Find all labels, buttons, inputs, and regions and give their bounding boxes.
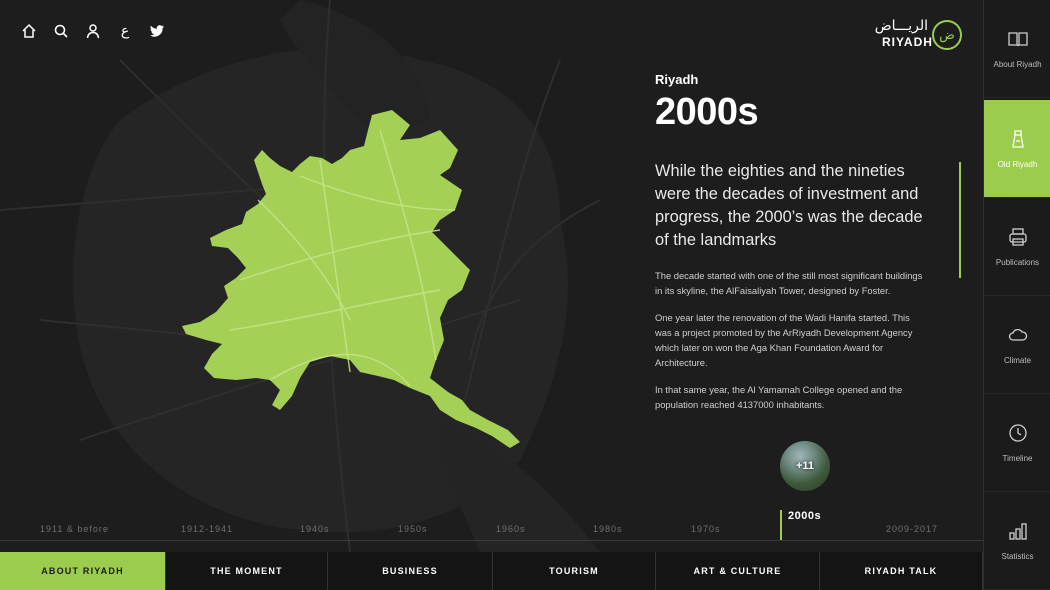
sidebar-item-label: About Riyadh bbox=[993, 60, 1042, 69]
body-paragraph: In that same year, the Al Yamamah Colleg… bbox=[655, 384, 903, 410]
clock-icon bbox=[1008, 424, 1027, 442]
nav-tourism[interactable]: TOURISM bbox=[493, 552, 656, 590]
map-stage: ع الريـــاض RIYADH ض Riyadh 2000s While … bbox=[0, 0, 983, 552]
timeline-item[interactable]: 1950s bbox=[398, 524, 428, 534]
timeline-item[interactable]: 1970s bbox=[691, 524, 721, 534]
bottom-navigation: ABOUT RIYADH THE MOMENT BUSINESS TOURISM… bbox=[0, 552, 983, 590]
bar-chart-icon bbox=[1008, 523, 1027, 540]
riyadh-logo[interactable]: الريـــاض RIYADH ض bbox=[874, 18, 964, 52]
search-icon[interactable] bbox=[52, 22, 70, 40]
sidebar-item-statistics[interactable]: Statistics bbox=[984, 492, 1050, 590]
sidebar-item-label: Timeline bbox=[1002, 454, 1033, 463]
timeline-item[interactable]: 1912-1941 bbox=[181, 524, 233, 534]
nav-about-riyadh[interactable]: ABOUT RIYADH bbox=[0, 552, 166, 590]
body-paragraph: The decade started with one of the still… bbox=[655, 270, 923, 296]
old-tower-icon bbox=[1011, 130, 1024, 148]
decade-timeline: 1911 & before 1912-1941 1940s 1950s 1960… bbox=[0, 510, 983, 540]
sidebar-item-label: Climate bbox=[1003, 356, 1032, 365]
timeline-divider bbox=[0, 540, 983, 541]
top-icon-bar: ع bbox=[20, 22, 166, 40]
body-paragraph: One year later the renovation of the Wad… bbox=[655, 312, 913, 368]
timeline-item-active[interactable]: 2000s bbox=[788, 510, 821, 522]
nav-the-moment[interactable]: THE MOMENT bbox=[166, 552, 328, 590]
book-icon bbox=[1007, 32, 1028, 47]
logo-english-text: RIYADH bbox=[882, 35, 933, 49]
sidebar-item-timeline[interactable]: Timeline bbox=[984, 394, 1050, 492]
twitter-icon[interactable] bbox=[148, 22, 166, 40]
sidebar-item-label: Old Riyadh bbox=[997, 160, 1038, 169]
sidebar-item-climate[interactable]: Climate bbox=[984, 296, 1050, 394]
cloud-icon bbox=[1008, 328, 1027, 341]
nav-business[interactable]: BUSINESS bbox=[328, 552, 493, 590]
decade-info-panel: Riyadh 2000s While the eighties and the … bbox=[655, 72, 925, 412]
panel-accent-bar bbox=[959, 162, 961, 278]
logo-arabic-text: الريـــاض bbox=[874, 18, 928, 34]
city-label: Riyadh bbox=[655, 72, 699, 87]
logo-mark: ض bbox=[932, 20, 962, 50]
timeline-item[interactable]: 1940s bbox=[300, 524, 330, 534]
sidebar-item-old-riyadh[interactable]: Old Riyadh bbox=[984, 100, 1050, 198]
printer-icon bbox=[1008, 228, 1027, 246]
gallery-thumbnail[interactable]: +11 bbox=[780, 441, 830, 491]
sidebar-item-publications[interactable]: Publications bbox=[984, 198, 1050, 296]
sidebar-item-label: Statistics bbox=[1001, 552, 1034, 561]
sidebar-item-about-riyadh[interactable]: About Riyadh bbox=[984, 0, 1050, 98]
timeline-active-marker bbox=[780, 510, 782, 540]
timeline-item[interactable]: 1980s bbox=[593, 524, 623, 534]
lead-paragraph: While the eighties and the nineties were… bbox=[655, 162, 923, 249]
timeline-item[interactable]: 1960s bbox=[496, 524, 526, 534]
arabic-language-toggle[interactable]: ع bbox=[116, 22, 134, 40]
timeline-item[interactable]: 1911 & before bbox=[40, 524, 109, 534]
nav-art-culture[interactable]: ART & CULTURE bbox=[656, 552, 820, 590]
sidebar-item-label: Publications bbox=[995, 258, 1040, 267]
home-icon[interactable] bbox=[20, 22, 38, 40]
nav-riyadh-talk[interactable]: RIYADH TALK bbox=[820, 552, 983, 590]
gallery-count: +11 bbox=[795, 460, 815, 472]
right-sidebar: About Riyadh Old Riyadh Publications Cli… bbox=[983, 0, 1050, 590]
decade-title: 2000s bbox=[655, 91, 759, 133]
timeline-item[interactable]: 2009-2017 bbox=[886, 524, 938, 534]
user-icon[interactable] bbox=[84, 22, 102, 40]
